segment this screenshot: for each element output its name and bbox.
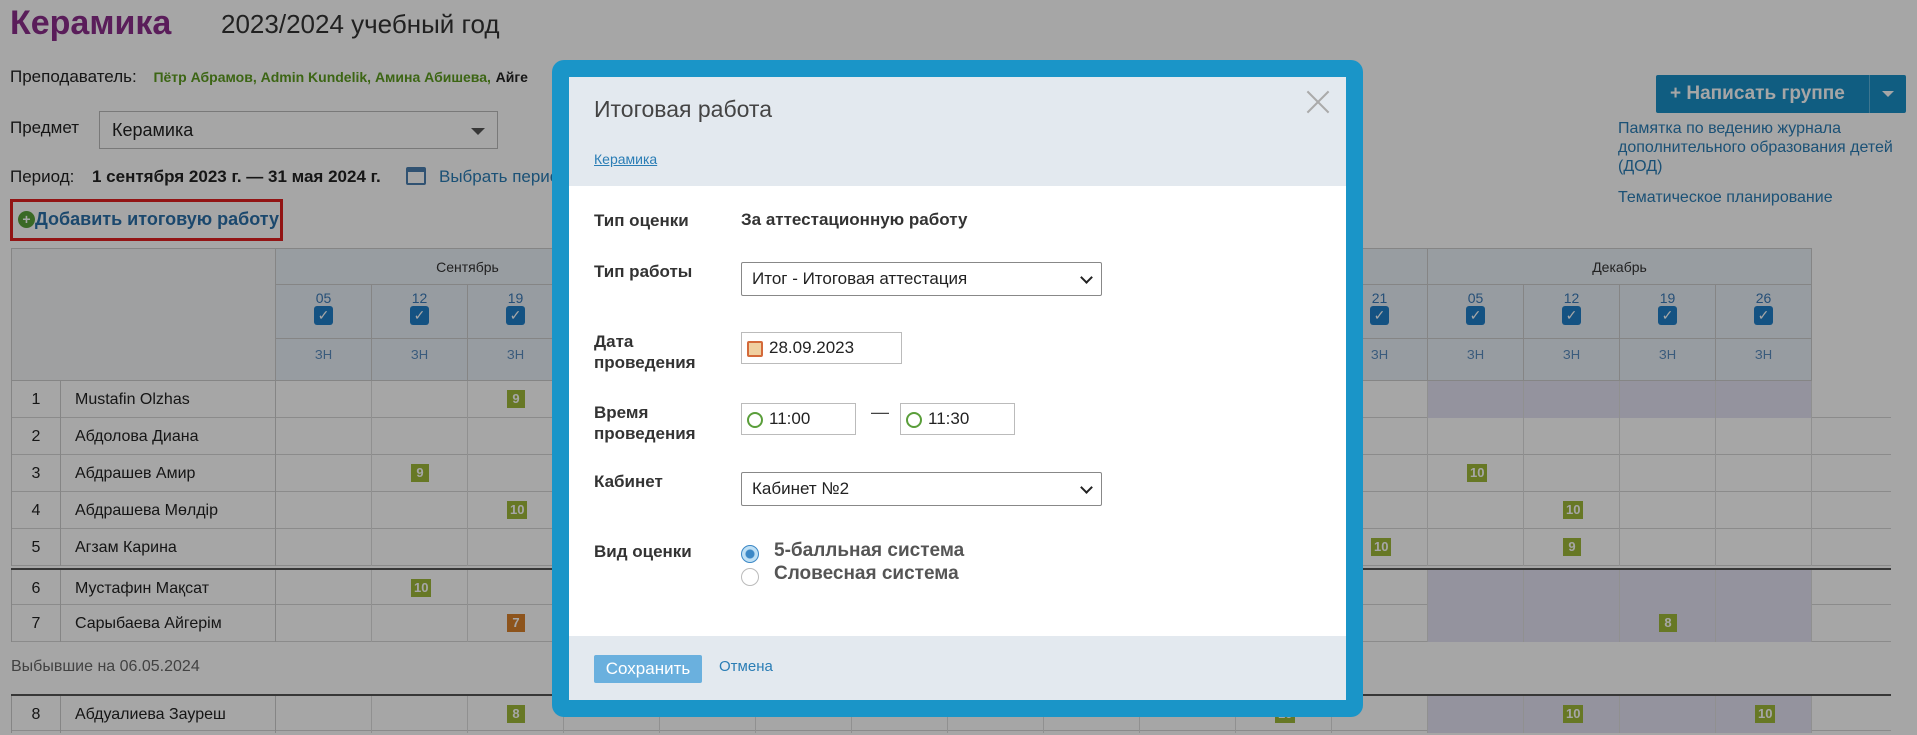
time-label: Время проведения [594,403,696,443]
radio-verbal-label[interactable]: Словесная система [774,563,959,585]
close-icon[interactable] [1304,87,1332,115]
radio-verbal[interactable] [741,568,759,586]
radio-five-point[interactable] [741,545,759,563]
room-value: Кабинет №2 [752,479,850,498]
room-select[interactable]: Кабинет №2 [741,472,1102,506]
work-type-label: Тип работы [594,262,693,281]
room-label: Кабинет [594,472,663,491]
calendar-icon[interactable] [747,341,763,357]
modal-footer: Сохранить Отмена [569,636,1346,700]
work-type-select[interactable]: Итог - Итоговая аттестация [741,262,1102,296]
chevron-down-icon [1080,271,1093,284]
date-label: Дата проведения [594,332,696,372]
clock-icon[interactable] [906,412,922,428]
chevron-down-icon [1080,481,1093,494]
radio-five-point-label[interactable]: 5-балльная система [774,540,964,562]
cancel-link[interactable]: Отмена [719,658,773,675]
date-input[interactable]: 28.09.2023 [741,332,902,364]
modal-subject-link[interactable]: Керамика [594,151,657,167]
time-to-value: 11:30 [928,409,970,428]
grading-label: Вид оценки [594,542,692,561]
grade-type-label: Тип оценки [594,211,689,230]
time-dash: — [871,402,889,422]
time-from-input[interactable]: 11:00 [741,403,856,435]
grade-type-value: За аттестационную работу [741,210,968,229]
time-to-input[interactable]: 11:30 [900,403,1015,435]
clock-icon[interactable] [747,412,763,428]
final-work-modal: Итоговая работа Керамика Тип оценки За а… [569,77,1346,700]
modal-title: Итоговая работа [594,96,772,122]
modal-header: Итоговая работа Керамика [569,77,1346,186]
time-from-value: 11:00 [769,409,811,428]
save-button[interactable]: Сохранить [594,655,702,683]
work-type-value: Итог - Итоговая аттестация [752,269,968,288]
date-value: 28.09.2023 [769,338,855,357]
